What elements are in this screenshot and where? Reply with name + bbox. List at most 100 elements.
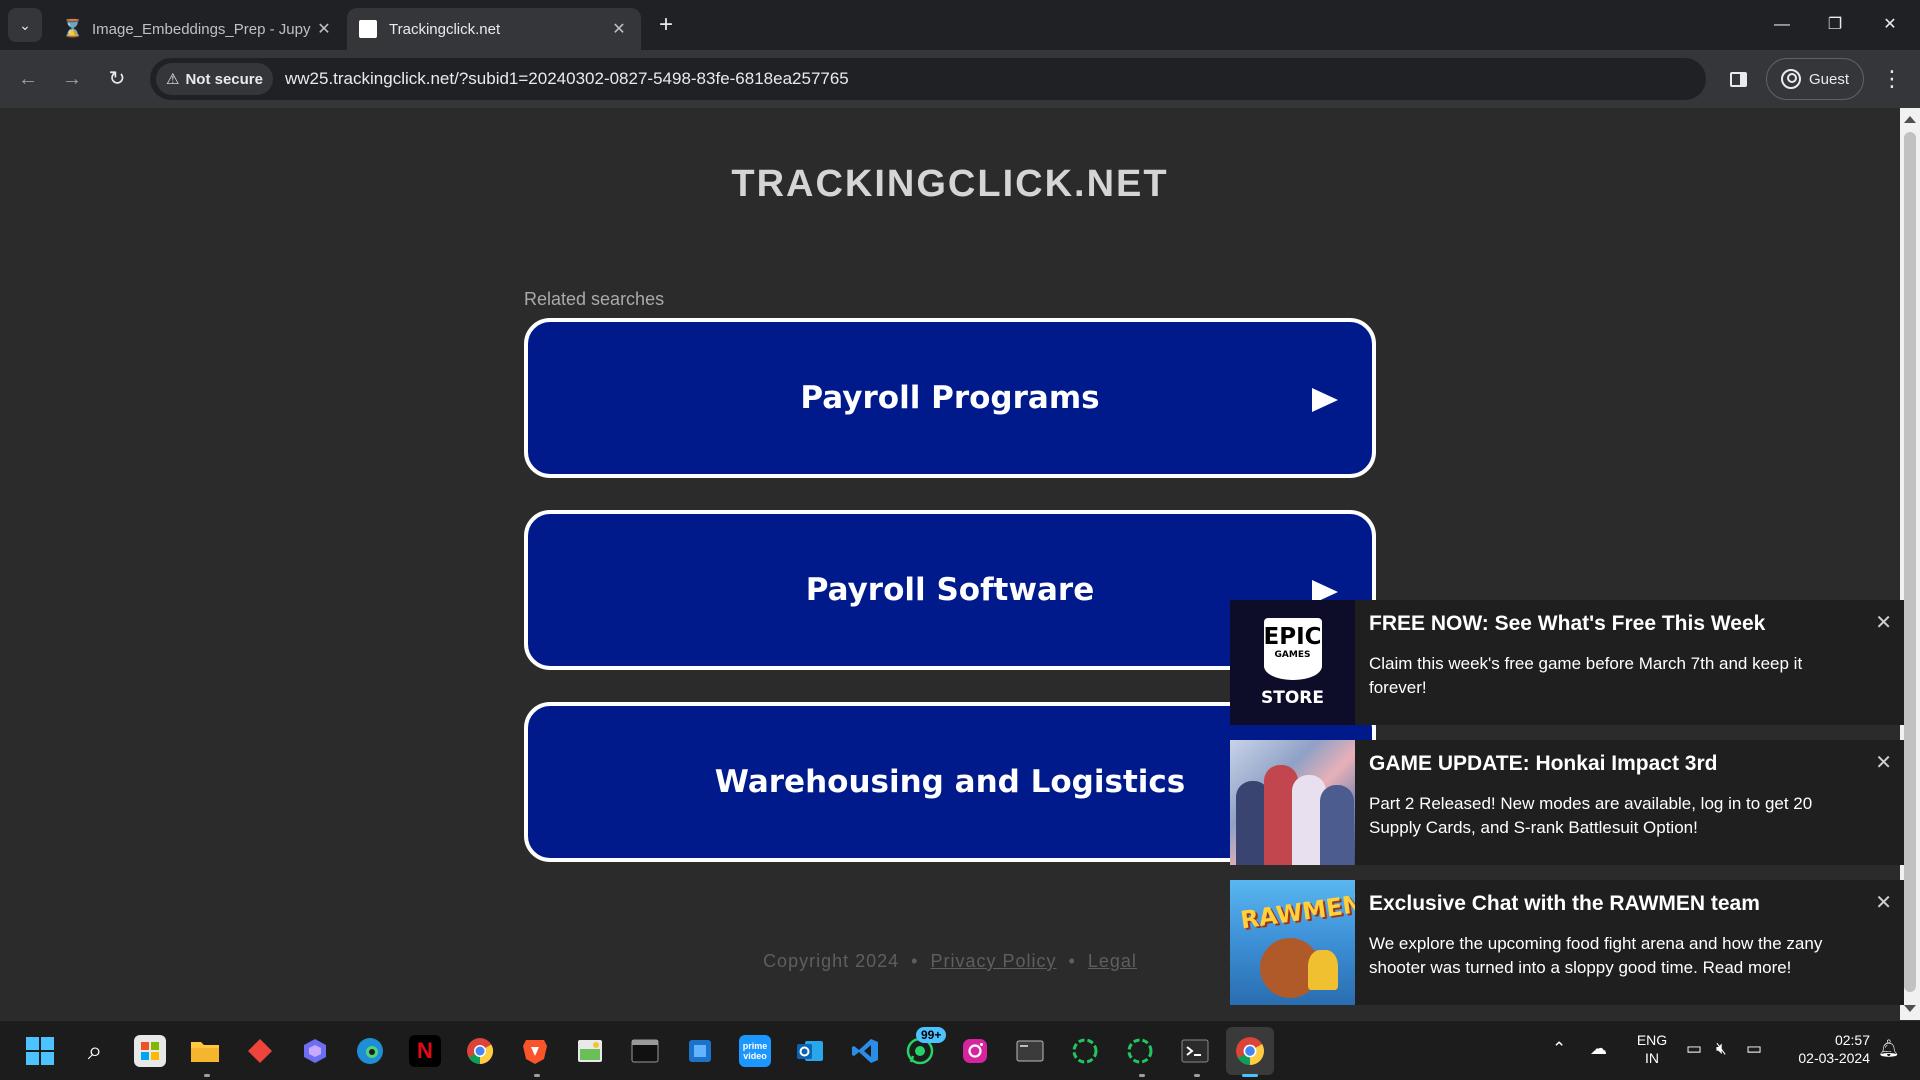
warning-icon: ⚠ <box>166 71 180 88</box>
loading-app-icon[interactable] <box>1124 1035 1156 1067</box>
chrome-icon[interactable] <box>464 1035 496 1067</box>
reload-button[interactable]: ↻ <box>101 63 133 95</box>
notification-rawmen[interactable]: RAWMEN Exclusive Chat with the RAWMEN te… <box>1230 880 1904 1005</box>
arrow-right-icon <box>1312 388 1338 412</box>
notification-text: Claim this week's free game before March… <box>1369 654 1803 697</box>
store-icon[interactable] <box>134 1035 166 1067</box>
profile-icon <box>1780 69 1801 89</box>
epic-store-text: STORE <box>1261 687 1324 708</box>
close-window-button[interactable]: ✕ <box>1870 10 1910 40</box>
notification-title: FREE NOW: See What's Free This Week <box>1369 612 1766 635</box>
windows-app-icon[interactable] <box>684 1035 716 1067</box>
language-line1: ENG <box>1636 1032 1668 1048</box>
tab-search-button[interactable]: ⌄ <box>8 8 42 42</box>
notification-title: Exclusive Chat with the RAWMEN team <box>1369 892 1760 915</box>
restore-button[interactable]: ❐ <box>1815 10 1855 40</box>
loading-app-icon[interactable] <box>1069 1035 1101 1067</box>
outlook-icon[interactable] <box>794 1035 826 1067</box>
notification-badge: 99+ <box>916 1027 947 1043</box>
chevron-down-icon: ⌄ <box>19 16 31 33</box>
network-icon[interactable]: ▭ <box>1686 1039 1702 1059</box>
epic-games-logo: EPIC GAMES STORE <box>1230 600 1355 725</box>
paint-icon[interactable] <box>574 1035 606 1067</box>
clock[interactable]: 02:57 02-03-2024 <box>1782 1031 1870 1067</box>
forward-button[interactable]: → <box>56 63 88 95</box>
search-button-label: Payroll Software <box>805 572 1095 608</box>
notification-epic[interactable]: EPIC GAMES STORE FREE NOW: See What's Fr… <box>1230 600 1904 725</box>
side-panel-icon <box>1729 71 1747 87</box>
address-bar[interactable]: ⚠ Not secure ww25.trackingclick.net/?sub… <box>150 58 1706 100</box>
copilot-icon[interactable] <box>299 1035 331 1067</box>
prime-video-icon[interactable]: prime video <box>739 1035 771 1067</box>
close-icon[interactable]: ✕ <box>1875 890 1892 915</box>
epic-logo-sub: GAMES <box>1274 649 1311 660</box>
scroll-up-icon[interactable] <box>1904 116 1916 123</box>
security-label: Not secure <box>185 70 263 88</box>
taskbar: ⌕ N prime video 99+ ⌃ ☁ ENG IN ▭ 🔇︎ ▭ 02… <box>0 1020 1920 1080</box>
tab-strip: ⌄ ⌛ Image_Embeddings_Prep - Jupy ✕ Track… <box>0 0 1920 50</box>
footer-separator: • <box>1068 951 1076 971</box>
security-chip[interactable]: ⚠ Not secure <box>156 63 273 95</box>
notification-honkai[interactable]: GAME UPDATE: Honkai Impact 3rd Part 2 Re… <box>1230 740 1904 865</box>
blank-page-icon <box>359 20 377 38</box>
edge-icon[interactable] <box>354 1035 386 1067</box>
browser-toolbar: ← → ↻ ⚠ Not secure ww25.trackingclick.ne… <box>0 50 1920 108</box>
clock-time: 02:57 <box>1834 1032 1870 1048</box>
search-icon[interactable]: ⌕ <box>79 1035 111 1067</box>
search-button-label: Warehousing and Logistics <box>714 764 1186 800</box>
chevron-up-icon[interactable]: ⌃ <box>1552 1039 1566 1059</box>
netflix-icon[interactable]: N <box>409 1035 441 1067</box>
onedrive-cloud-icon[interactable]: ☁ <box>1590 1039 1607 1059</box>
volume-muted-icon[interactable]: 🔇︎ <box>1716 1039 1727 1059</box>
search-button-label: Payroll Programs <box>800 380 1100 416</box>
chrome-active-icon[interactable] <box>1226 1027 1274 1075</box>
minimize-button[interactable]: — <box>1762 10 1802 40</box>
clock-date: 02-03-2024 <box>1798 1050 1870 1066</box>
scrollbar-thumb[interactable] <box>1904 132 1916 992</box>
vscode-icon[interactable] <box>849 1035 881 1067</box>
jupyter-hourglass-icon: ⌛ <box>62 19 84 38</box>
search-button-payroll-programs[interactable]: Payroll Programs <box>524 318 1376 478</box>
language-indicator[interactable]: ENG IN <box>1632 1031 1672 1067</box>
battery-icon[interactable]: ▭ <box>1746 1039 1762 1059</box>
menu-button[interactable]: ⋮ <box>1876 63 1908 95</box>
rawmen-thumbnail: RAWMEN <box>1230 880 1355 1005</box>
profile-button[interactable]: Guest <box>1766 58 1864 100</box>
tab-title: Image_Embeddings_Prep - Jupy <box>92 20 311 38</box>
close-icon[interactable]: ✕ <box>1875 610 1892 635</box>
profile-label: Guest <box>1808 70 1850 88</box>
legal-link[interactable]: Legal <box>1088 951 1137 971</box>
notification-bell-icon[interactable]: 🔔︎ <box>1878 1039 1900 1059</box>
close-icon[interactable]: ✕ <box>609 19 629 39</box>
notification-text: Part 2 Released! New modes are available… <box>1369 794 1813 837</box>
page-title: TRACKINGCLICK.NET <box>731 163 1169 205</box>
related-searches-label: Related searches <box>524 289 665 309</box>
side-panel-button[interactable] <box>1722 63 1754 95</box>
windows-start-icon[interactable] <box>24 1035 56 1067</box>
brave-icon[interactable] <box>519 1035 551 1067</box>
footer-separator: • <box>911 951 919 971</box>
close-icon[interactable]: ✕ <box>1875 750 1892 775</box>
terminal-icon[interactable] <box>629 1035 661 1067</box>
url-text[interactable]: ww25.trackingclick.net/?subid1=20240302-… <box>285 69 849 89</box>
privacy-policy-link[interactable]: Privacy Policy <box>931 951 1057 971</box>
instagram-icon[interactable] <box>959 1035 991 1067</box>
tab-trackingclick[interactable]: Trackingclick.net ✕ <box>347 8 641 50</box>
powershell-icon[interactable] <box>1179 1035 1211 1067</box>
tab-jupyter[interactable]: ⌛ Image_Embeddings_Prep - Jupy ✕ <box>50 8 346 50</box>
notification-text: We explore the upcoming food fight arena… <box>1369 934 1823 977</box>
close-icon[interactable]: ✕ <box>314 19 334 39</box>
scroll-down-icon[interactable] <box>1904 1005 1916 1012</box>
window-app-icon[interactable] <box>1014 1035 1046 1067</box>
rawmen-logo: RAWMEN <box>1238 889 1355 935</box>
notification-title: GAME UPDATE: Honkai Impact 3rd <box>1369 752 1718 775</box>
copyright-text: Copyright 2024 <box>763 951 900 971</box>
epic-logo-text: EPIC <box>1263 623 1322 650</box>
tab-title: Trackingclick.net <box>389 20 501 38</box>
back-button[interactable]: ← <box>12 63 44 95</box>
honkai-thumbnail <box>1230 740 1355 865</box>
anydesk-icon[interactable] <box>244 1035 276 1067</box>
file-explorer-icon[interactable] <box>189 1035 221 1067</box>
new-tab-button[interactable]: + <box>652 12 680 40</box>
language-line2: IN <box>1645 1050 1659 1066</box>
